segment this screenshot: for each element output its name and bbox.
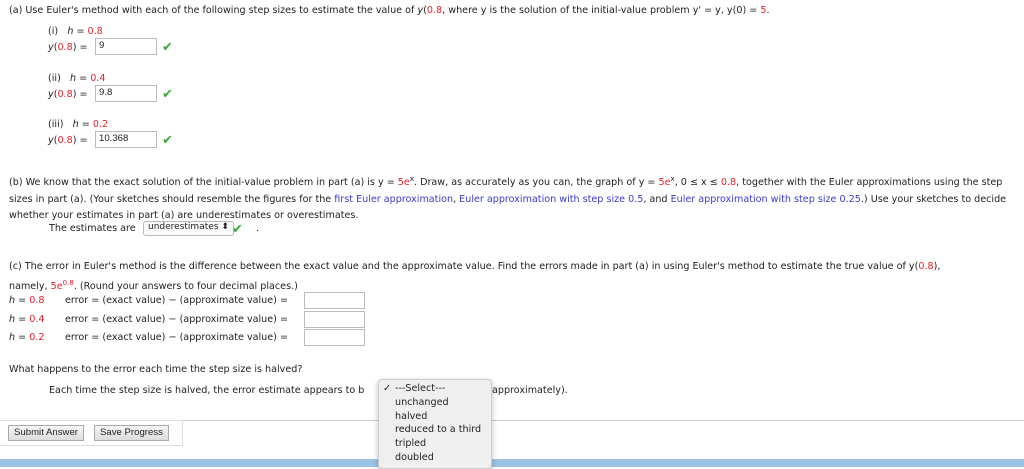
estimates-label: The estimates are xyxy=(49,223,136,234)
answer-input-iii[interactable]: 10.368 xyxy=(95,131,157,148)
answer-input-ii[interactable]: 9.8 xyxy=(95,85,157,102)
error-row-1: h = 0.8 error = (exact value) − (approxim… xyxy=(9,295,288,306)
option-reduced-to-third[interactable]: reduced to a third xyxy=(379,424,491,438)
option-select[interactable]: ✓ ---Select--- xyxy=(379,383,491,397)
check-icon: ✔ xyxy=(162,133,173,148)
option-halved[interactable]: halved xyxy=(379,411,491,425)
checkmark-icon: ✓ xyxy=(383,383,392,394)
option-unchanged[interactable]: unchanged xyxy=(379,397,491,411)
link-euler-step-0-25[interactable]: Euler approximation with step size 0.25 xyxy=(671,194,861,205)
error-input-h-0-2[interactable] xyxy=(304,329,365,346)
estimates-select[interactable]: underestimates ⬍ xyxy=(143,221,234,236)
part-b-prompt: (b) We know that the exact solution of t… xyxy=(9,175,1007,222)
error-change-dropdown-menu[interactable]: ✓ ---Select--- unchanged halved reduced t… xyxy=(378,379,492,469)
error-row-2: h = 0.4 error = (exact value) − (approxim… xyxy=(9,314,288,325)
select-arrows-icon: ⬍ xyxy=(221,222,229,232)
divider xyxy=(182,420,1024,421)
bottom-bar xyxy=(0,459,1024,467)
error-input-h-0-8[interactable] xyxy=(304,292,365,309)
check-icon: ✔ xyxy=(162,87,173,102)
error-row-3: h = 0.2 error = (exact value) − (approxim… xyxy=(9,332,288,343)
answer-input-i[interactable]: 9 xyxy=(95,38,157,55)
option-tripled[interactable]: tripled xyxy=(379,438,491,452)
link-first-euler[interactable]: first Euler approximation xyxy=(334,194,453,205)
submit-answer-button[interactable]: Submit Answer xyxy=(8,425,84,441)
part-a-prompt: (a) Use Euler's method with each of the … xyxy=(9,5,770,16)
option-doubled[interactable]: doubled xyxy=(379,452,491,466)
halving-question: What happens to the error each time the … xyxy=(9,364,303,375)
check-icon: ✔ xyxy=(162,40,173,55)
check-icon: ✔ xyxy=(232,222,243,237)
part-c-prompt: (c) The error in Euler's method is the d… xyxy=(9,261,941,272)
link-euler-step-0-5[interactable]: Euler approximation with step size 0.5 xyxy=(459,194,643,205)
save-progress-button[interactable]: Save Progress xyxy=(94,425,169,441)
error-input-h-0-4[interactable] xyxy=(304,311,365,328)
